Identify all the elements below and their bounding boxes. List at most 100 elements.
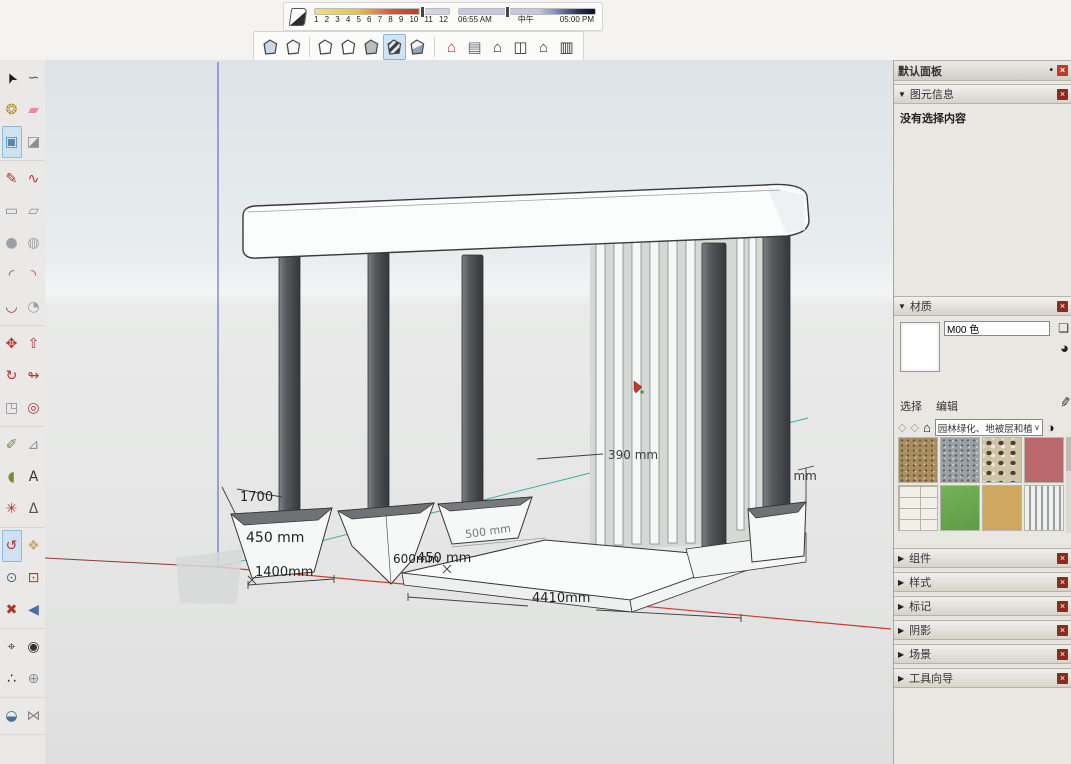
front-view-button[interactable]: ⌂ [486, 34, 509, 60]
material-swatch-gravel-brown[interactable] [898, 437, 938, 483]
line-tool[interactable]: ✎ [2, 163, 22, 195]
tab-select[interactable]: 选择 [900, 398, 922, 414]
materials-close-button[interactable]: × [1057, 301, 1068, 312]
pan-tool[interactable]: ❖ [24, 530, 44, 562]
position-camera-tool[interactable]: ⌖ [2, 631, 22, 663]
viewport[interactable]: 1700450 mm1400mm600mm450 mm500 mm4410mm3… [45, 60, 893, 764]
swatch-scrollbar-thumb[interactable] [1066, 437, 1071, 471]
orbit-tool[interactable]: ↺ [2, 530, 22, 562]
swatch-scrollbar[interactable] [1066, 437, 1071, 533]
panel-section-5[interactable]: ▶工具向导× [894, 668, 1071, 688]
material-swatch-rose[interactable] [1024, 437, 1064, 483]
follow-me-tool[interactable]: ↬ [24, 360, 44, 392]
freehand-tool[interactable]: ∿ [24, 163, 44, 195]
text-tool[interactable]: A [24, 461, 44, 493]
scale-tool[interactable]: ◳ [2, 392, 22, 424]
expand-icon[interactable]: ▶ [898, 554, 904, 563]
close-icon[interactable]: × [1057, 625, 1068, 636]
material-swatch-sand[interactable] [982, 485, 1022, 531]
zoom-extents-tool[interactable]: ✖ [2, 594, 22, 626]
paint-bucket-tool[interactable]: ❂ [2, 94, 22, 126]
eraser-tool[interactable]: ▰ [24, 94, 44, 126]
panel-section-3[interactable]: ▶阴影× [894, 620, 1071, 640]
wireframe-mode-button[interactable] [314, 34, 337, 60]
left-view-button[interactable]: ▥ [555, 34, 578, 60]
arc-tool[interactable]: ◜ [2, 259, 22, 291]
rotate-tool[interactable]: ↻ [2, 360, 22, 392]
paint-brush-icon[interactable]: ◕ [1060, 340, 1069, 357]
shadow-date-slider[interactable]: 123456789101112 [314, 8, 450, 25]
sample-paint-pen-icon[interactable]: ✎ [1056, 395, 1071, 409]
close-icon[interactable]: × [1057, 649, 1068, 660]
panel-section-4[interactable]: ▶场景× [894, 644, 1071, 664]
shaded-with-textures-mode-button[interactable] [383, 34, 406, 60]
entity-info-close-button[interactable]: × [1057, 89, 1068, 100]
zoom-window-tool[interactable]: ⊡ [24, 562, 44, 594]
tray-close-button[interactable]: × [1057, 65, 1068, 76]
material-swatch-gravel-grey[interactable] [940, 437, 980, 483]
back-edges-mode-button[interactable] [282, 34, 305, 60]
xray-mode-button[interactable] [259, 34, 282, 60]
solid-tools[interactable]: ◪ [24, 126, 44, 158]
collapse-icon[interactable]: ▼ [898, 302, 906, 311]
section-plane-tool[interactable]: ⊕ [24, 663, 44, 695]
tray-title-bar[interactable]: 默认面板 • × [894, 60, 1071, 81]
material-swatch-cobblestone[interactable] [982, 437, 1022, 483]
tab-edit[interactable]: 编辑 [936, 398, 958, 414]
3d-text-tool[interactable]: Δ [24, 493, 44, 525]
back-view-button[interactable]: ⌂ [532, 34, 555, 60]
forward-arrow-icon[interactable]: ◇ [910, 421, 918, 434]
monochrome-mode-button[interactable] [406, 34, 429, 60]
iso-view-button[interactable]: ⌂ [440, 34, 463, 60]
collapse-icon[interactable]: ▼ [898, 90, 906, 99]
expand-icon[interactable]: ▶ [898, 650, 904, 659]
material-swatch-pavers[interactable] [898, 485, 938, 531]
materials-header[interactable]: ▼ 材质 × [894, 296, 1071, 316]
time-slider-thumb[interactable] [505, 6, 510, 18]
offset-tool[interactable]: ◎ [24, 392, 44, 424]
tape-measure-tool[interactable]: ✐ [2, 429, 22, 461]
close-icon[interactable]: × [1057, 553, 1068, 564]
three-point-arc-tool[interactable]: ◡ [2, 291, 22, 323]
dimension-tool[interactable]: ⊿ [24, 429, 44, 461]
time-slider-track[interactable] [458, 8, 596, 15]
back-arrow-icon[interactable]: ◇ [898, 421, 906, 434]
right-view-button[interactable]: ◫ [509, 34, 532, 60]
move-tool[interactable]: ✥ [2, 328, 22, 360]
date-slider-track[interactable] [314, 8, 450, 15]
top-view-button[interactable]: ▤ [463, 34, 486, 60]
lasso-select-tool[interactable]: ∽ [24, 62, 44, 94]
pie-tool[interactable]: ◔ [24, 291, 44, 323]
look-around-tool[interactable]: ◉ [24, 631, 44, 663]
close-icon[interactable]: × [1057, 673, 1068, 684]
expand-icon[interactable]: ▶ [898, 602, 904, 611]
shadows-toggle-icon[interactable] [289, 8, 308, 26]
previous-view-tool[interactable]: ◀ [24, 594, 44, 626]
expand-icon[interactable]: ▶ [898, 674, 904, 683]
create-material-icon[interactable]: ❏ [1058, 321, 1069, 335]
entity-info-header[interactable]: ▼ 图元信息 × [894, 84, 1071, 104]
material-category-dropdown[interactable]: 园林绿化、地被层和植被 ∨ [935, 419, 1043, 436]
material-name-input[interactable] [944, 321, 1050, 336]
close-icon[interactable]: × [1057, 601, 1068, 612]
extra-tool-1[interactable]: ◒ [2, 700, 22, 732]
walk-tool[interactable]: ∴ [2, 663, 22, 695]
axes-tool[interactable]: ✳ [2, 493, 22, 525]
expand-icon[interactable]: ▶ [898, 578, 904, 587]
extra-tool-2[interactable]: ⋈ [24, 700, 44, 732]
rectangle-tool[interactable]: ▭ [2, 195, 22, 227]
two-point-arc-tool[interactable]: ◝ [24, 259, 44, 291]
polygon-tool[interactable]: ◍ [24, 227, 44, 259]
pin-icon[interactable]: • [1049, 65, 1053, 76]
panel-section-2[interactable]: ▶标记× [894, 596, 1071, 616]
zoom-tool[interactable]: ⊙ [2, 562, 22, 594]
shadow-time-slider[interactable]: 06:55 AM 中午 05:00 PM [458, 8, 596, 25]
push-pull-tool[interactable]: ⇧ [24, 328, 44, 360]
expand-icon[interactable]: ▶ [898, 626, 904, 635]
date-slider-thumb[interactable] [420, 6, 425, 18]
panel-section-0[interactable]: ▶组件× [894, 548, 1071, 568]
hidden-line-mode-button[interactable] [337, 34, 360, 60]
shaded-mode-button[interactable] [360, 34, 383, 60]
rotated-rectangle-tool[interactable]: ▱ [24, 195, 44, 227]
protractor-tool[interactable]: ◖ [2, 461, 22, 493]
